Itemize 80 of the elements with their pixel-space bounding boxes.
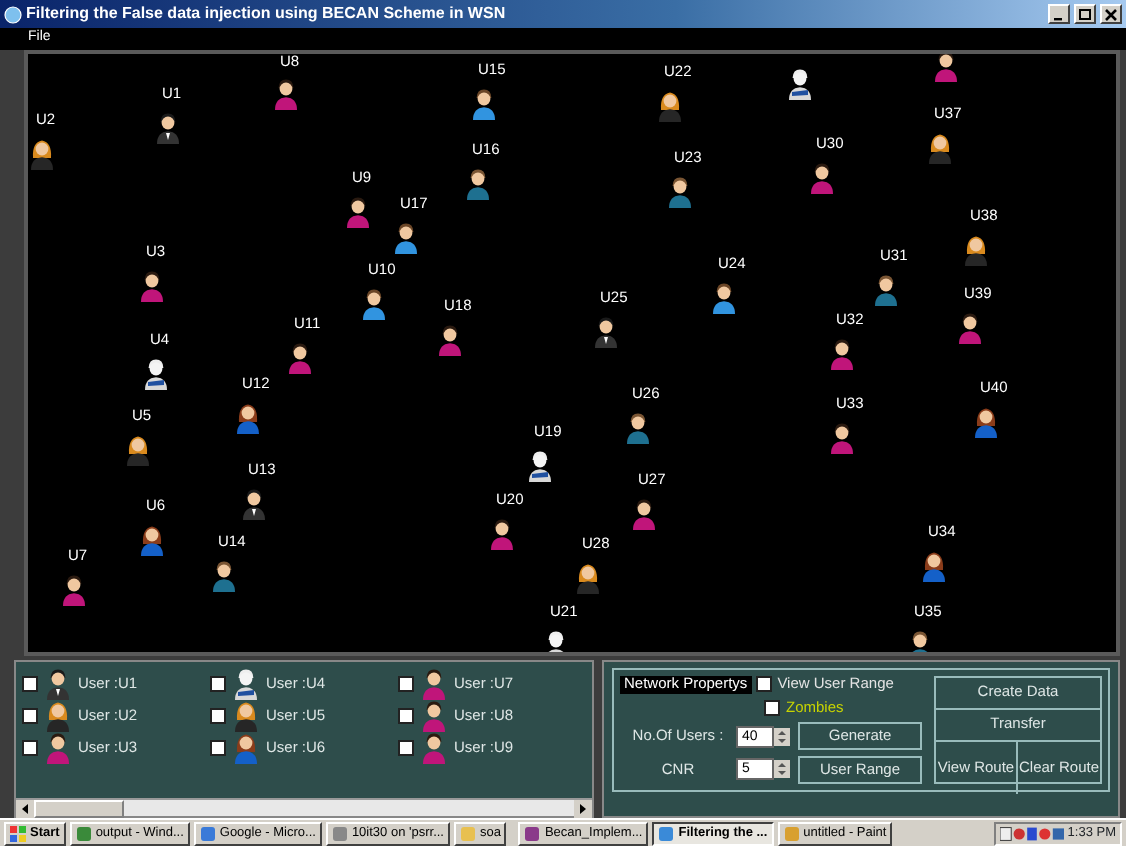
person-icon: [392, 222, 420, 254]
window-icon: [524, 825, 541, 841]
person-icon: [360, 288, 388, 320]
person-icon: [44, 732, 72, 764]
person-icon: [710, 282, 738, 314]
person-icon: [956, 312, 984, 344]
app-icon: [4, 5, 22, 23]
person-icon: [488, 518, 516, 550]
horizontal-scrollbar[interactable]: [16, 798, 592, 816]
spinner-arrows-icon[interactable]: [774, 727, 790, 746]
checkbox[interactable]: [398, 676, 414, 692]
person-icon: [420, 668, 448, 700]
person-icon: [464, 168, 492, 200]
window-icon: [75, 825, 92, 841]
person-icon: [926, 132, 954, 164]
person-icon: [470, 88, 498, 120]
person-icon: [344, 196, 372, 228]
person-icon: [124, 434, 152, 466]
person-icon: [272, 78, 300, 110]
maximize-icon: [1078, 7, 1092, 21]
person-icon: [786, 68, 814, 100]
person-icon: [920, 550, 948, 582]
person-icon: [972, 406, 1000, 438]
person-icon: [656, 90, 684, 122]
checkbox[interactable]: [398, 740, 414, 756]
window-icon: [459, 825, 476, 841]
window-title: Filtering the False data injection using BECAN Scheme in WSN: [26, 4, 508, 24]
close-icon: [1104, 7, 1118, 21]
maximize-button[interactable]: [1074, 4, 1096, 24]
checkbox[interactable]: [210, 740, 226, 756]
checkbox[interactable]: [764, 699, 780, 716]
person-icon: [420, 700, 448, 732]
person-icon: [436, 324, 464, 356]
person-icon: [420, 732, 448, 764]
person-icon: [808, 162, 836, 194]
person-icon: [624, 412, 652, 444]
tray-icons-drawing: [999, 825, 1064, 841]
checkbox[interactable]: [398, 708, 414, 724]
person-icon: [154, 112, 182, 144]
person-icon: [526, 450, 554, 482]
checkbox[interactable]: [210, 676, 226, 692]
person-icon: [232, 732, 260, 764]
person-icon: [210, 560, 238, 592]
checkbox[interactable]: [22, 708, 38, 724]
person-icon: [828, 338, 856, 370]
close-button[interactable]: [1100, 4, 1122, 24]
person-icon: [138, 270, 166, 302]
checkbox[interactable]: [22, 740, 38, 756]
windows-logo-icon: [10, 825, 26, 841]
person-icon: [666, 176, 694, 208]
scroll-right-icon[interactable]: [574, 800, 592, 818]
person-icon: [234, 402, 262, 434]
person-icon: [232, 668, 260, 700]
person-icon: [60, 574, 88, 606]
person-icon: [232, 700, 260, 732]
person-icon: [630, 498, 658, 530]
person-icon: [574, 562, 602, 594]
scroll-left-icon[interactable]: [16, 800, 34, 818]
person-icon: [828, 422, 856, 454]
person-icon: [962, 234, 990, 266]
scroll-thumb[interactable]: [34, 800, 124, 818]
checkbox[interactable]: [22, 676, 38, 692]
minimize-button[interactable]: [1048, 4, 1070, 24]
person-icon: [592, 316, 620, 348]
person-icon: [872, 274, 900, 306]
checkbox[interactable]: [755, 676, 772, 693]
checkbox[interactable]: [210, 708, 226, 724]
window-icon: [658, 825, 675, 841]
person-icon: [142, 358, 170, 390]
spinner-arrows-icon[interactable]: [774, 760, 790, 779]
person-icon: [240, 488, 268, 520]
person-icon: [28, 138, 56, 170]
person-icon: [286, 342, 314, 374]
person-icon: [44, 700, 72, 732]
window-icon: [783, 825, 800, 841]
person-icon: [932, 54, 960, 82]
window-icon: [199, 825, 216, 841]
person-icon: [44, 668, 72, 700]
person-icon: [138, 524, 166, 556]
window-icon: [331, 825, 348, 841]
